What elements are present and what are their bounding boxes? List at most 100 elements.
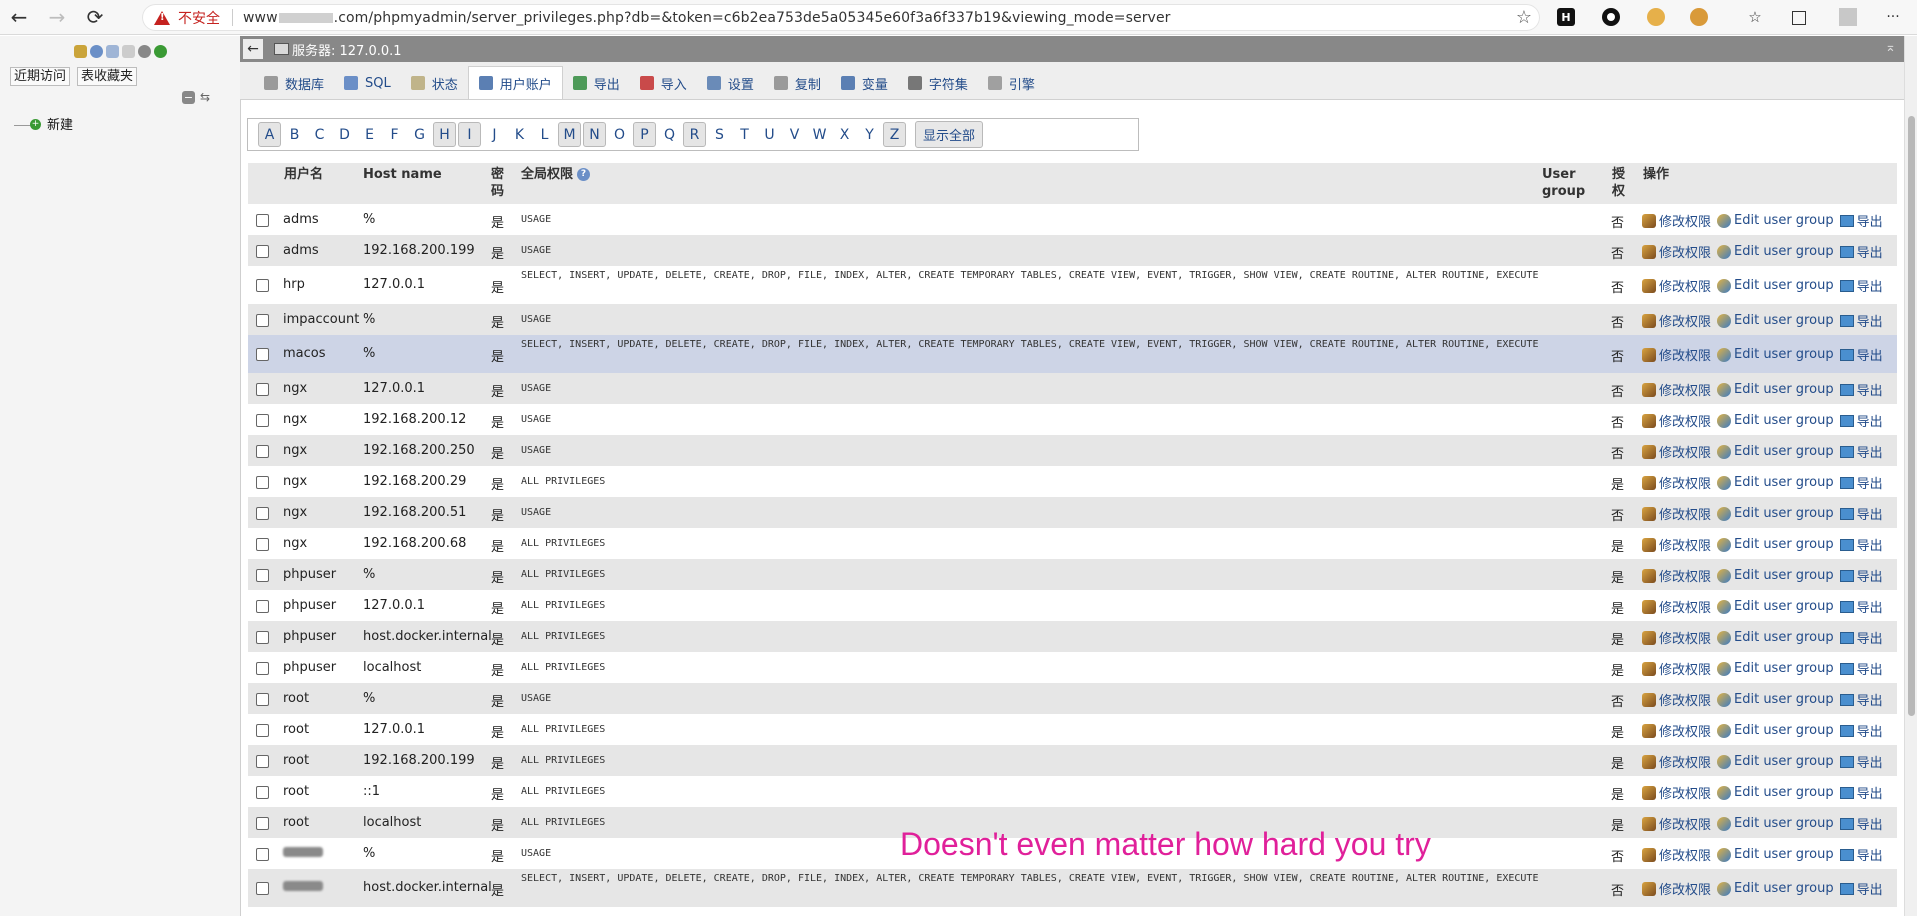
export-user-link[interactable]: 导出 — [1839, 442, 1883, 461]
initial-i[interactable]: I — [458, 122, 481, 147]
row-checkbox[interactable] — [256, 724, 269, 737]
edit-user-group-link[interactable]: Edit user group — [1717, 413, 1834, 428]
edit-user-group-link[interactable]: Edit user group — [1717, 723, 1834, 738]
tab-7[interactable]: 复制 — [764, 67, 831, 99]
tab-9[interactable]: 字符集 — [898, 67, 978, 99]
tab-4[interactable]: 导出 — [563, 67, 630, 99]
tab-0[interactable]: 数据库 — [254, 67, 334, 99]
extension-face-icon[interactable] — [1647, 8, 1665, 26]
edit-privileges-link[interactable]: 修改权限 — [1642, 597, 1711, 616]
edit-privileges-link[interactable]: 修改权限 — [1642, 535, 1711, 554]
initial-j[interactable]: J — [482, 122, 507, 147]
row-checkbox[interactable] — [256, 476, 269, 489]
recent-tables-button[interactable]: 近期访问 — [10, 67, 71, 86]
export-user-link[interactable]: 导出 — [1839, 411, 1883, 430]
table-row[interactable]: root% 是 USAGE 否 修改权限 Edit user group 导出 — [248, 683, 1897, 714]
new-database-link[interactable]: 新建 — [47, 114, 73, 133]
row-checkbox[interactable] — [256, 786, 269, 799]
tab-3[interactable]: 用户账户 — [467, 66, 563, 99]
favorite-tables-button[interactable]: 表收藏夹 — [77, 67, 138, 86]
edit-user-group-link[interactable]: Edit user group — [1717, 568, 1834, 583]
edit-privileges-link[interactable]: 修改权限 — [1642, 276, 1711, 295]
favorites-icon[interactable]: ☆ — [1746, 8, 1764, 26]
edit-user-group-link[interactable]: Edit user group — [1717, 785, 1834, 800]
initial-z[interactable]: Z — [883, 122, 906, 147]
edit-privileges-link[interactable]: 修改权限 — [1642, 845, 1711, 864]
edit-user-group-link[interactable]: Edit user group — [1717, 313, 1834, 328]
export-user-link[interactable]: 导出 — [1839, 380, 1883, 399]
initial-q[interactable]: Q — [657, 122, 682, 147]
table-row[interactable]: ngx 192.168.200.29 是 ALL PRIVILEGES 是 修改权限 Edi… — [248, 466, 1897, 497]
edit-user-group-link[interactable]: Edit user group — [1717, 382, 1834, 397]
table-row[interactable]: root::1 是 ALL PRIVILEGES 是 修改权限 Edit user gro… — [248, 776, 1897, 807]
export-user-link[interactable]: 导出 — [1839, 879, 1883, 898]
table-row[interactable]: host.docker.internal 是 SELECT, INSERT, UPD… — [248, 869, 1897, 907]
export-user-link[interactable]: 导出 — [1839, 690, 1883, 709]
initial-v[interactable]: V — [782, 122, 807, 147]
home-icon[interactable] — [74, 45, 87, 58]
tab-1[interactable]: SQL — [334, 67, 401, 99]
table-row[interactable]: phpuser host.docker.internal 是 ALL PRIVILEG… — [248, 621, 1897, 652]
row-checkbox[interactable] — [256, 817, 269, 830]
edit-privileges-link[interactable]: 修改权限 — [1642, 442, 1711, 461]
export-user-link[interactable]: 导出 — [1839, 276, 1883, 295]
initial-x[interactable]: X — [832, 122, 857, 147]
logout-icon[interactable] — [90, 45, 103, 58]
export-user-link[interactable]: 导出 — [1839, 566, 1883, 585]
forward-button[interactable]: → — [38, 0, 76, 35]
tab-5[interactable]: 导入 — [630, 67, 697, 99]
initial-w[interactable]: W — [807, 122, 832, 147]
edit-user-group-link[interactable]: Edit user group — [1717, 630, 1834, 645]
initial-e[interactable]: E — [357, 122, 382, 147]
edit-privileges-link[interactable]: 修改权限 — [1642, 566, 1711, 585]
table-row[interactable]: ngx 192.168.200.250 是 USAGE 否 修改权限 Edit user g… — [248, 435, 1897, 466]
link-with-main-icon[interactable]: ⇆ — [200, 91, 214, 104]
row-checkbox[interactable] — [256, 348, 269, 361]
initial-c[interactable]: C — [307, 122, 332, 147]
row-checkbox[interactable] — [256, 848, 269, 861]
row-checkbox[interactable] — [256, 755, 269, 768]
show-all-button[interactable]: 显示全部 — [915, 121, 984, 148]
address-bar[interactable]: 不安全 www .com/phpmyadmin/server_privileges… — [142, 4, 1540, 31]
row-checkbox[interactable] — [256, 445, 269, 458]
table-row[interactable]: ngx 127.0.0.1 是 USAGE 否 修改权限 Edit user group 导出 — [248, 373, 1897, 404]
server-title[interactable]: 服务器: 127.0.0.1 — [292, 40, 402, 59]
edit-user-group-link[interactable]: Edit user group — [1717, 347, 1834, 362]
edit-privileges-link[interactable]: 修改权限 — [1642, 752, 1711, 771]
tab-8[interactable]: 变量 — [831, 67, 898, 99]
edit-user-group-link[interactable]: Edit user group — [1717, 278, 1834, 293]
initial-o[interactable]: O — [607, 122, 632, 147]
pin-top-icon[interactable]: ⌅ — [1885, 40, 1896, 55]
bookmark-star-icon[interactable]: ☆ — [1516, 7, 1532, 28]
edit-user-group-link[interactable]: Edit user group — [1717, 475, 1834, 490]
extension-circle-icon[interactable] — [1602, 8, 1620, 26]
edit-privileges-link[interactable]: 修改权限 — [1642, 211, 1711, 230]
edit-privileges-link[interactable]: 修改权限 — [1642, 659, 1711, 678]
url-text[interactable]: www .com/phpmyadmin/server_privileges.php… — [243, 10, 1171, 26]
table-row[interactable]: root 127.0.0.1 是 ALL PRIVILEGES 是 修改权限 Edit us… — [248, 714, 1897, 745]
initial-k[interactable]: K — [507, 122, 532, 147]
extension-cookie-icon[interactable] — [1690, 8, 1708, 26]
edit-privileges-link[interactable]: 修改权限 — [1642, 879, 1711, 898]
initial-f[interactable]: F — [382, 122, 407, 147]
export-user-link[interactable]: 导出 — [1839, 211, 1883, 230]
initial-s[interactable]: S — [707, 122, 732, 147]
reload-button[interactable]: ⟳ — [76, 0, 114, 35]
initial-n[interactable]: N — [583, 122, 606, 147]
scrollbar-thumb[interactable] — [1908, 116, 1915, 716]
table-row[interactable]: phpuser 127.0.0.1 是 ALL PRIVILEGES 是 修改权限 Edit… — [248, 590, 1897, 621]
export-user-link[interactable]: 导出 — [1839, 721, 1883, 740]
export-user-link[interactable]: 导出 — [1839, 845, 1883, 864]
export-user-link[interactable]: 导出 — [1839, 814, 1883, 833]
extension-h-icon[interactable]: H — [1557, 8, 1575, 26]
sql-docs-icon[interactable] — [122, 45, 135, 58]
edit-user-group-link[interactable]: Edit user group — [1717, 244, 1834, 259]
initial-y[interactable]: Y — [857, 122, 882, 147]
collections-icon[interactable] — [1792, 11, 1806, 25]
row-checkbox[interactable] — [256, 414, 269, 427]
row-checkbox[interactable] — [256, 538, 269, 551]
export-user-link[interactable]: 导出 — [1839, 504, 1883, 523]
initial-h[interactable]: H — [433, 122, 456, 147]
initial-l[interactable]: L — [532, 122, 557, 147]
table-row[interactable]: macos% 是 SELECT, INSERT, UPDATE, DELETE, C… — [248, 335, 1897, 373]
